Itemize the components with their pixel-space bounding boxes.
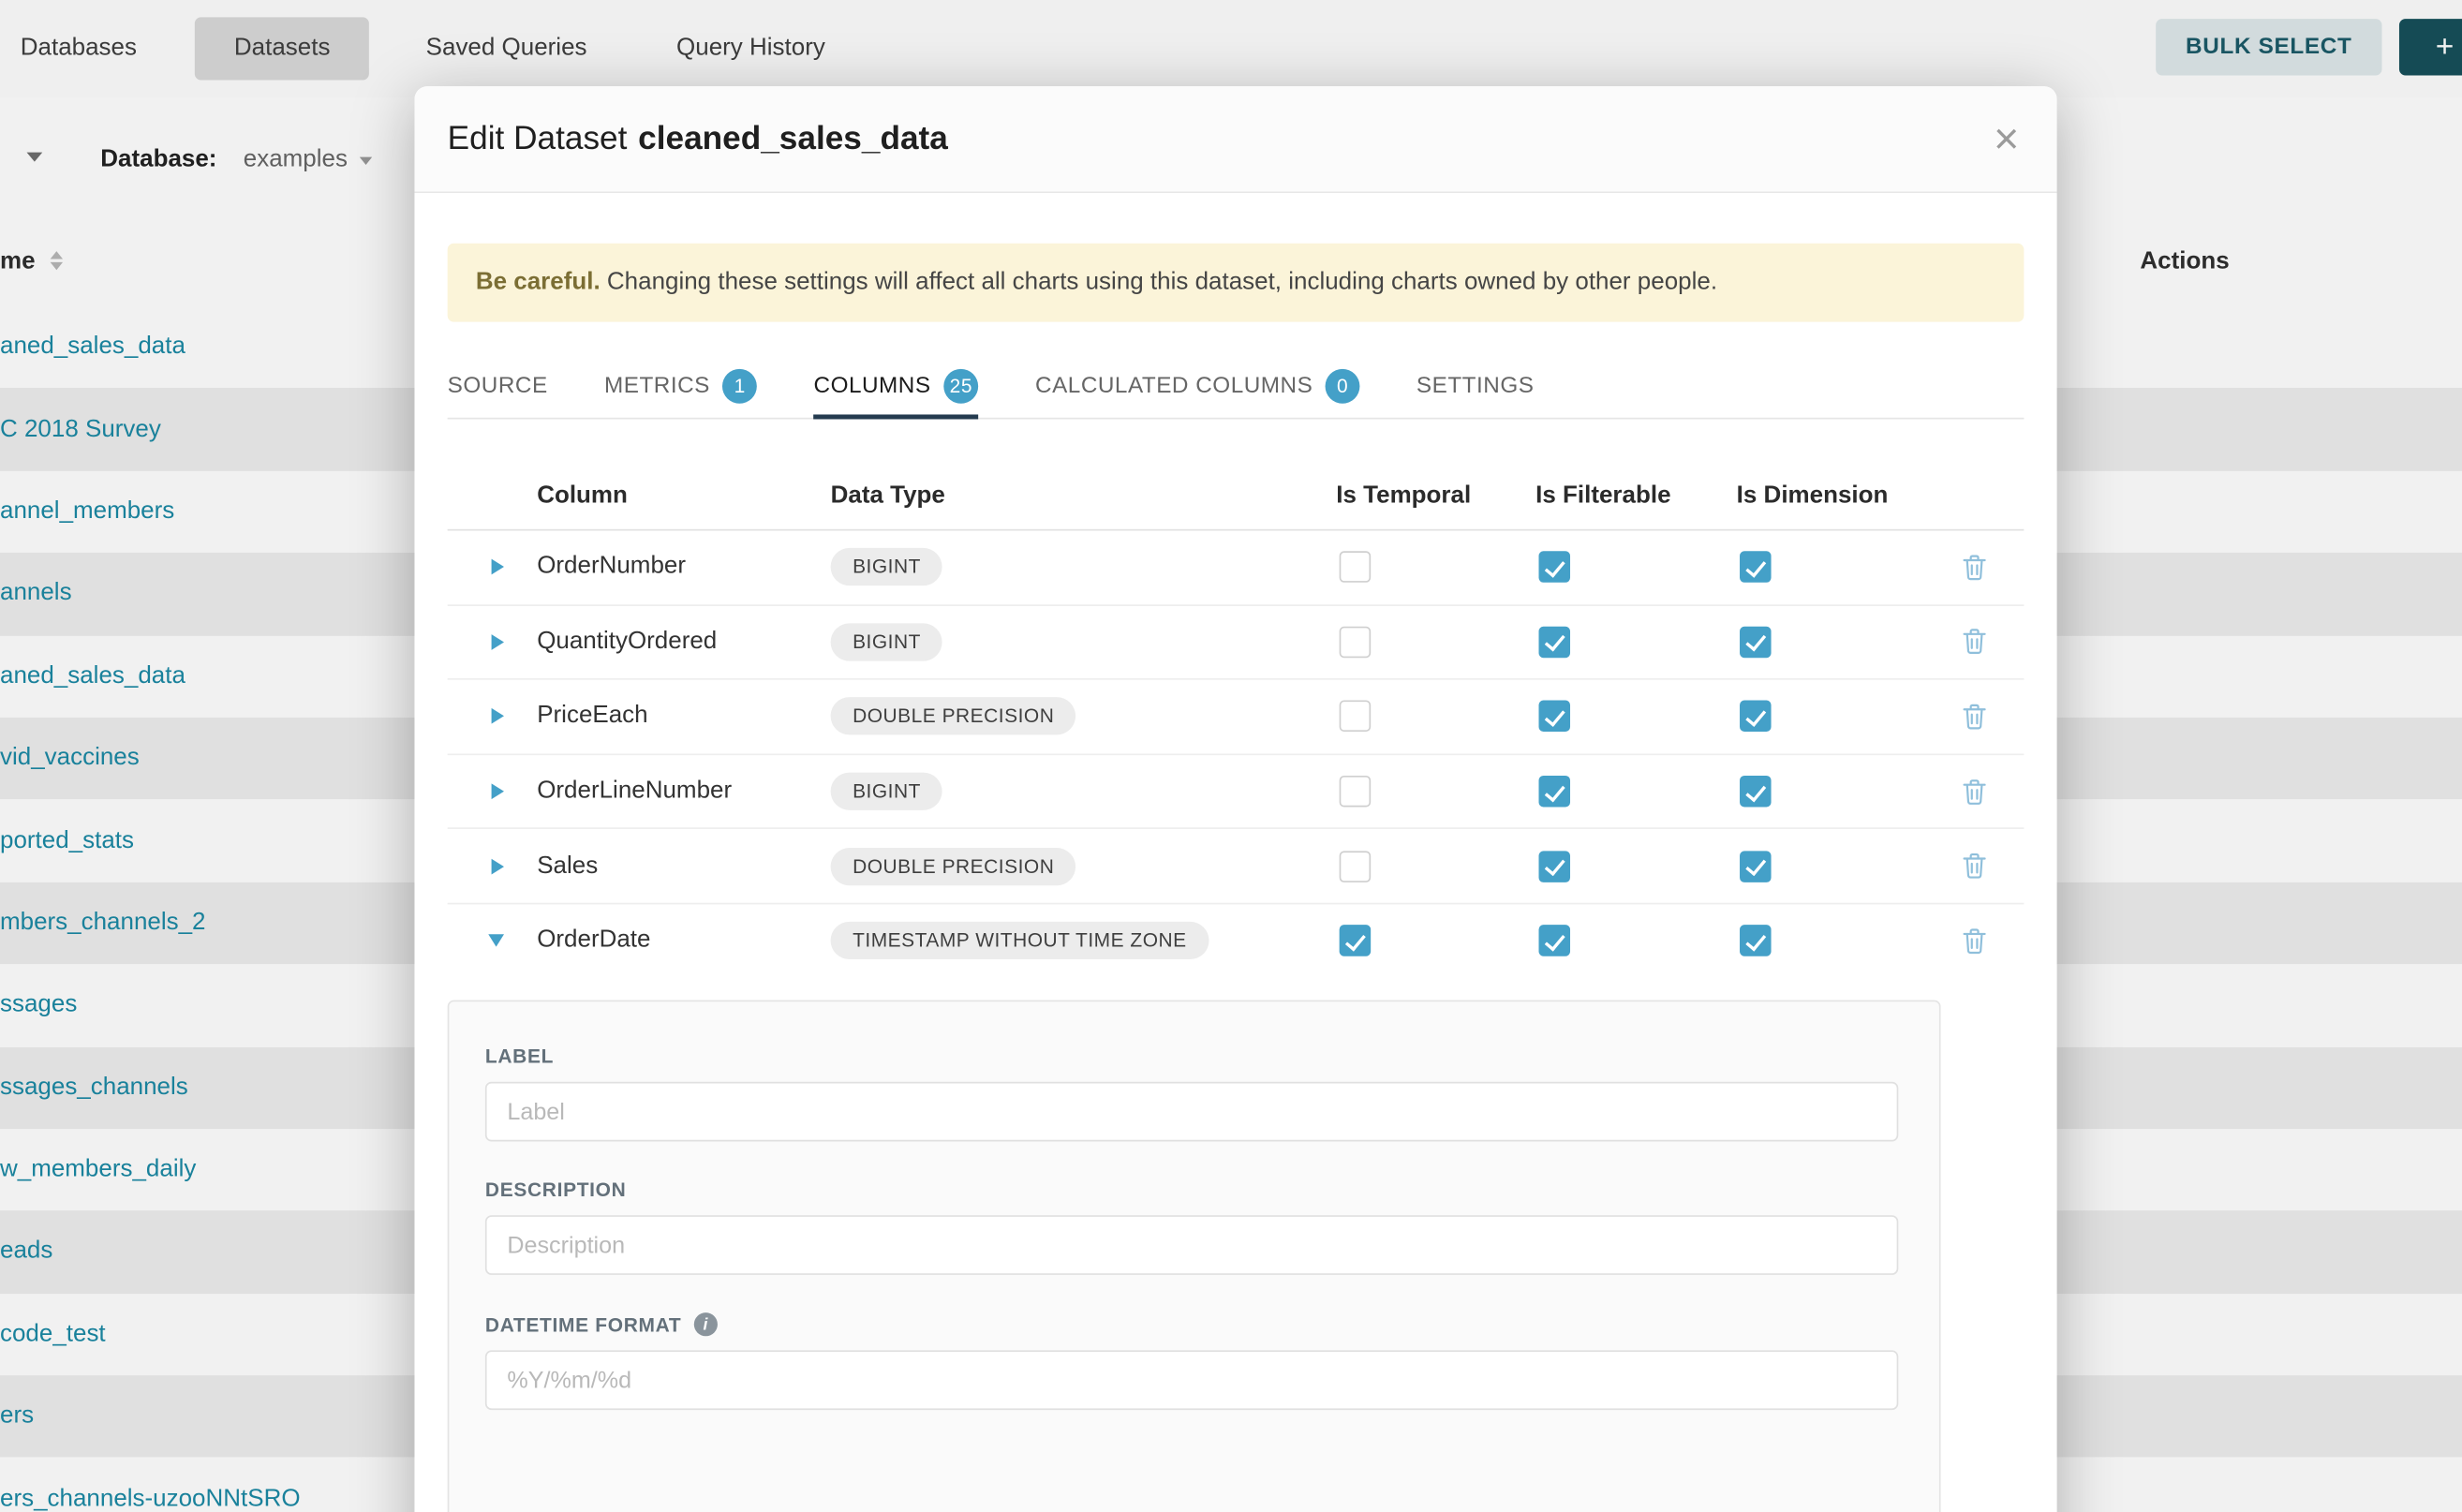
label-field-label: LABEL [485,1045,1898,1067]
tab-columns[interactable]: COLUMNS25 [814,353,979,418]
expand-caret-icon[interactable] [492,709,504,725]
is-dimension-checkbox[interactable] [1740,627,1772,659]
column-name: OrderLineNumber [537,778,830,806]
metrics-count-badge: 1 [722,368,757,403]
data-type-header: Data Type [831,482,1337,511]
delete-column-icon[interactable] [1963,927,2024,954]
warning-bold-text: Be careful. [476,269,601,295]
tab-metrics[interactable]: METRICS1 [604,353,757,418]
description-input[interactable] [485,1215,1898,1275]
data-type-pill: BIGINT [831,548,943,586]
calculated-columns-count-badge: 0 [1326,368,1360,403]
delete-column-icon[interactable] [1963,704,2024,730]
data-type-pill: TIMESTAMP WITHOUT TIME ZONE [831,922,1209,959]
data-type-pill: DOUBLE PRECISION [831,848,1076,885]
data-type-pill: BIGINT [831,623,943,660]
is-dimension-header: Is Dimension [1737,482,1953,511]
column-row: OrderLineNumber BIGINT [448,755,2024,830]
column-row: OrderNumber BIGINT [448,530,2024,605]
column-name: OrderDate [537,926,830,955]
column-row: QuantityOrdered BIGINT [448,605,2024,680]
info-icon[interactable]: i [694,1312,718,1336]
datetime-format-field-label: DATETIME FORMAT i [485,1312,1898,1336]
column-row-expanded: OrderDate TIMESTAMP WITHOUT TIME ZONE [448,904,2024,977]
column-detail-panel: LABEL DESCRIPTION DATETIME FORMAT i [448,1001,1941,1512]
datetime-format-input[interactable] [485,1350,1898,1410]
is-filterable-header: Is Filterable [1535,482,1737,511]
is-dimension-checkbox[interactable] [1740,552,1772,584]
warning-banner: Be careful. Changing these settings will… [448,244,2024,322]
data-type-pill: DOUBLE PRECISION [831,698,1076,735]
description-field-label: DESCRIPTION [485,1179,1898,1201]
is-temporal-header: Is Temporal [1336,482,1535,511]
label-field-group: LABEL [485,1045,1898,1141]
tab-settings[interactable]: SETTINGS [1416,353,1535,418]
modal-header: Edit Datasetcleaned_sales_data × [414,86,2056,193]
is-temporal-checkbox[interactable] [1340,926,1372,957]
column-row: PriceEach DOUBLE PRECISION [448,680,2024,755]
expand-caret-icon[interactable] [492,559,504,575]
column-name: PriceEach [537,703,830,731]
collapse-caret-icon[interactable] [488,935,504,947]
delete-column-icon[interactable] [1963,778,2024,805]
delete-column-icon[interactable] [1963,554,2024,580]
close-icon[interactable]: × [1994,117,2019,161]
columns-count-badge: 25 [943,368,979,403]
modal-title: Edit Datasetcleaned_sales_data [448,120,948,157]
is-temporal-checkbox[interactable] [1340,851,1372,882]
tab-calculated-columns[interactable]: CALCULATED COLUMNS0 [1035,353,1360,418]
label-input[interactable] [485,1082,1898,1142]
expand-caret-icon[interactable] [492,783,504,799]
is-filterable-checkbox[interactable] [1538,701,1570,733]
is-temporal-checkbox[interactable] [1340,627,1372,659]
is-filterable-checkbox[interactable] [1538,851,1570,882]
columns-table-header: Column Data Type Is Temporal Is Filterab… [448,463,2024,530]
modal-tabs: SOURCE METRICS1 COLUMNS25 CALCULATED COL… [448,353,2024,419]
column-name: Sales [537,852,830,881]
is-temporal-checkbox[interactable] [1340,552,1372,584]
is-dimension-checkbox[interactable] [1740,776,1772,808]
expand-caret-icon[interactable] [492,634,504,650]
is-dimension-checkbox[interactable] [1740,851,1772,882]
is-filterable-checkbox[interactable] [1538,627,1570,659]
column-name: QuantityOrdered [537,628,830,656]
column-row: Sales DOUBLE PRECISION [448,830,2024,905]
datetime-format-field-group: DATETIME FORMAT i [485,1312,1898,1410]
column-header: Column [537,482,830,511]
warning-text: Changing these settings will affect all … [607,269,1717,295]
is-dimension-checkbox[interactable] [1740,701,1772,733]
delete-column-icon[interactable] [1963,852,2024,879]
is-temporal-checkbox[interactable] [1340,776,1372,808]
columns-table: Column Data Type Is Temporal Is Filterab… [448,463,2024,977]
description-field-group: DESCRIPTION [485,1179,1898,1275]
column-name: OrderNumber [537,553,830,581]
data-type-pill: BIGINT [831,773,943,810]
is-filterable-checkbox[interactable] [1538,552,1570,584]
is-filterable-checkbox[interactable] [1538,926,1570,957]
dataset-name: cleaned_sales_data [638,120,948,156]
is-filterable-checkbox[interactable] [1538,776,1570,808]
is-temporal-checkbox[interactable] [1340,701,1372,733]
screen: Databases Datasets Saved Queries Query H… [0,0,2462,1512]
expand-caret-icon[interactable] [492,858,504,874]
delete-column-icon[interactable] [1963,629,2024,655]
edit-dataset-modal: Edit Datasetcleaned_sales_data × Be care… [414,86,2056,1512]
tab-source[interactable]: SOURCE [448,353,548,418]
is-dimension-checkbox[interactable] [1740,926,1772,957]
